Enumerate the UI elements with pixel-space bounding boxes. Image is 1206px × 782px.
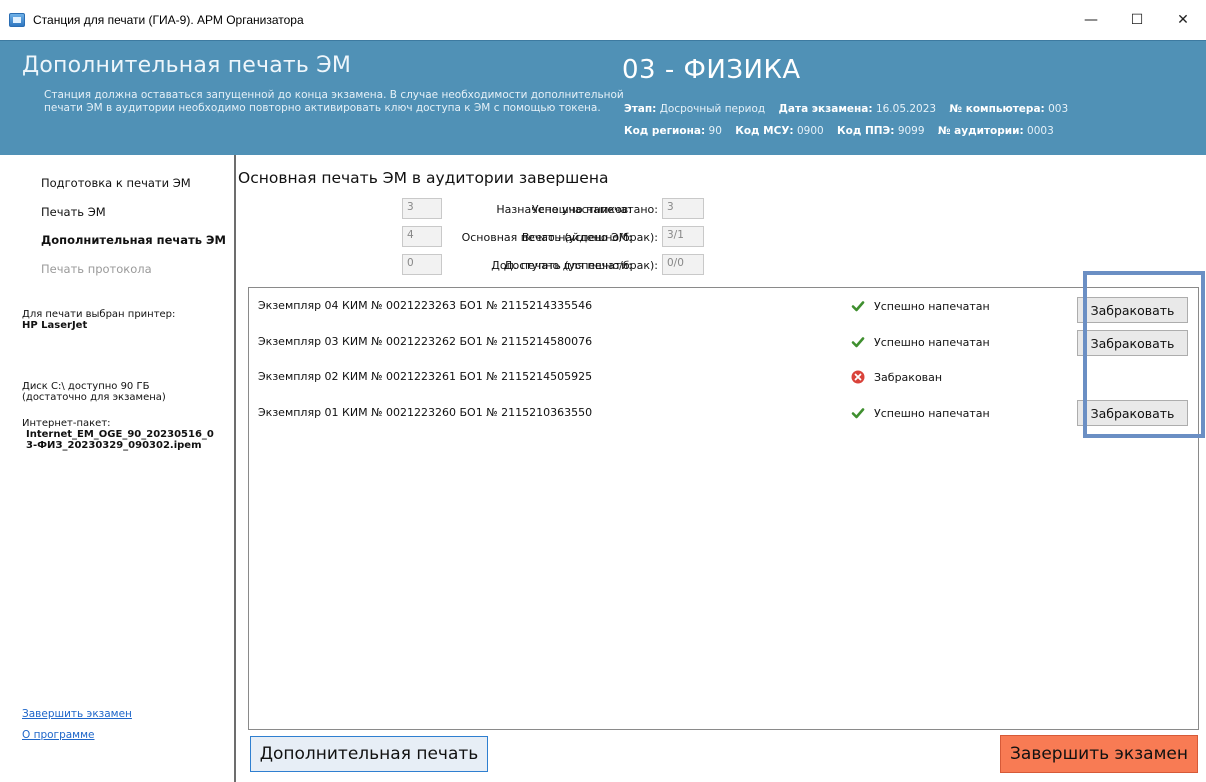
extra-print-button[interactable]: Дополнительная печать bbox=[250, 736, 488, 772]
main-print-label: Основная печать (успешно/брак): bbox=[461, 231, 658, 244]
package-line2: 3-ФИЗ_20230329_090302.ipem bbox=[26, 440, 202, 451]
sidebar: Подготовка к печати ЭМ Печать ЭМ Дополни… bbox=[0, 155, 236, 782]
printer-label: Для печати выбран принтер: bbox=[22, 309, 176, 320]
row-status: Успешно напечатан bbox=[851, 335, 990, 349]
reject-button[interactable]: Забраковать bbox=[1077, 400, 1188, 426]
printed-field: 3 bbox=[662, 198, 704, 219]
copies-list: Экземпляр 04 КИМ № 0021223263 БО1 № 2115… bbox=[248, 271, 1205, 730]
package-line1: Internet_EM_OGE_90_20230516_0 bbox=[26, 429, 214, 440]
finish-exam-link[interactable]: Завершить экзамен bbox=[22, 708, 132, 720]
room-label: № аудитории: bbox=[937, 125, 1024, 137]
status-text: Успешно напечатан bbox=[874, 335, 990, 349]
list-item-text: Экземпляр 04 КИМ № 0021223263 БО1 № 2115… bbox=[258, 299, 593, 312]
checkmark-icon bbox=[851, 299, 865, 313]
exam-header: Дополнительная печать ЭМ Станция должна … bbox=[0, 40, 1206, 155]
status-text: Успешно напечатан bbox=[874, 299, 990, 313]
section-title: Основная печать ЭМ в аудитории завершена bbox=[238, 169, 609, 187]
error-icon bbox=[851, 370, 865, 384]
ppe-label: Код ППЭ: bbox=[837, 125, 895, 137]
region-label: Код региона: bbox=[624, 125, 706, 137]
about-link[interactable]: О программе bbox=[22, 729, 94, 741]
list-item-text: Экземпляр 03 КИМ № 0021223262 БО1 № 2115… bbox=[258, 335, 593, 348]
checkmark-icon bbox=[851, 406, 865, 420]
available-field: 0 bbox=[402, 254, 442, 275]
exam-info-line1: Этап: Досрочный период Дата экзамена: 16… bbox=[624, 103, 1078, 115]
disk-line1: Диск C:\ доступно 90 ГБ bbox=[22, 381, 150, 392]
package-label: Интернет-пакет: bbox=[22, 418, 111, 429]
room-value: 0003 bbox=[1027, 125, 1054, 137]
main-print-field: 3/1 bbox=[662, 226, 704, 247]
exam-date-value: 16.05.2023 bbox=[875, 103, 937, 115]
msu-value: 0900 bbox=[796, 125, 824, 137]
reject-button[interactable]: Забраковать bbox=[1077, 297, 1188, 323]
list-item-text: Экземпляр 02 КИМ № 0021223261 БО1 № 2115… bbox=[258, 370, 593, 383]
extra-print-label: Доп. печать (успешно/брак): bbox=[491, 259, 658, 272]
computer-label: № компьютера: bbox=[949, 103, 1045, 115]
window-controls: — ☐ ✕ bbox=[1068, 0, 1206, 40]
window-title: Станция для печати (ГИА-9). АРМ Организа… bbox=[33, 13, 304, 27]
list-item-text: Экземпляр 01 КИМ № 0021223260 БО1 № 2115… bbox=[258, 406, 593, 419]
found-field: 4 bbox=[402, 226, 442, 247]
assigned-field: 3 bbox=[402, 198, 442, 219]
sidebar-item-print[interactable]: Печать ЭМ bbox=[41, 205, 106, 219]
computer-value: 003 bbox=[1048, 103, 1069, 115]
row-status: Успешно напечатан bbox=[851, 299, 990, 313]
disk-line2: (достаточно для экзамена) bbox=[22, 392, 166, 403]
status-text: Забракован bbox=[874, 370, 943, 384]
page-title: Дополнительная печать ЭМ bbox=[22, 53, 352, 78]
printed-label: Успешно напечатано: bbox=[531, 203, 658, 216]
row-status: Забракован bbox=[851, 370, 942, 384]
main-content: Основная печать ЭМ в аудитории завершена… bbox=[238, 155, 1206, 782]
disk-info: Диск C:\ доступно 90 ГБ (достаточно для … bbox=[22, 381, 166, 403]
app-icon bbox=[9, 13, 25, 27]
title-bar: Станция для печати (ГИА-9). АРМ Организа… bbox=[0, 0, 1206, 40]
exam-date-label: Дата экзамена: bbox=[778, 103, 873, 115]
minimize-button[interactable]: — bbox=[1068, 0, 1114, 40]
region-value: 90 bbox=[708, 125, 722, 137]
row-status: Успешно напечатан bbox=[851, 406, 990, 420]
finish-exam-button[interactable]: Завершить экзамен bbox=[1000, 735, 1198, 773]
ppe-value: 9099 bbox=[897, 125, 925, 137]
extra-print-field: 0/0 bbox=[662, 254, 704, 275]
maximize-button[interactable]: ☐ bbox=[1114, 0, 1160, 40]
printer-info: Для печати выбран принтер: HP LaserJet bbox=[22, 309, 175, 331]
sidebar-item-extra-print[interactable]: Дополнительная печать ЭМ bbox=[41, 233, 226, 247]
reject-button[interactable]: Забраковать bbox=[1077, 330, 1188, 356]
printer-value: HP LaserJet bbox=[22, 320, 88, 331]
status-text: Успешно напечатан bbox=[874, 406, 990, 420]
stage-value: Досрочный период bbox=[659, 103, 766, 115]
sidebar-item-protocol: Печать протокола bbox=[41, 262, 152, 276]
close-button[interactable]: ✕ bbox=[1160, 0, 1206, 40]
exam-info-line2: Код региона: 90 Код МСУ: 0900 Код ППЭ: 9… bbox=[624, 125, 1064, 137]
package-info: Интернет-пакет: Internet_EM_OGE_90_20230… bbox=[22, 418, 214, 451]
header-description: Станция должна оставаться запущенной до … bbox=[44, 89, 624, 114]
subject-title: 03 - ФИЗИКА bbox=[622, 55, 801, 85]
msu-label: Код МСУ: bbox=[735, 125, 794, 137]
checkmark-icon bbox=[851, 335, 865, 349]
stage-label: Этап: bbox=[624, 103, 657, 115]
sidebar-item-prepare[interactable]: Подготовка к печати ЭМ bbox=[41, 176, 191, 190]
